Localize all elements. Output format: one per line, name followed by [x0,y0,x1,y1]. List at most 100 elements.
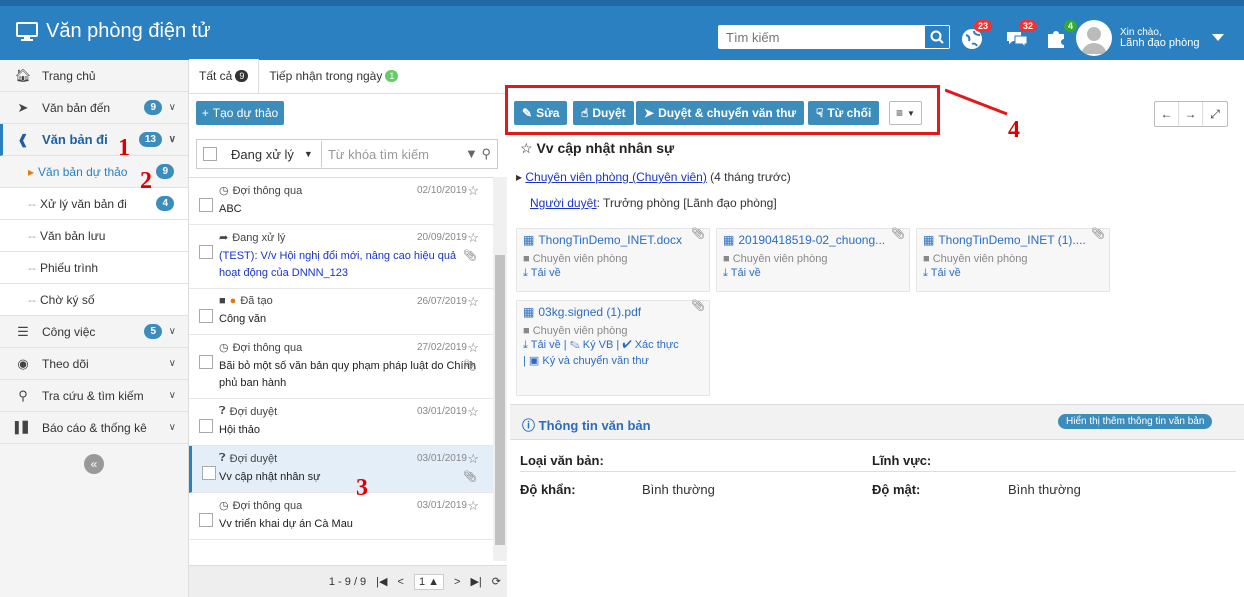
star-icon[interactable]: ☆ [467,183,479,199]
chat-button[interactable]: 32 [1005,20,1037,50]
tree-line: -- [28,196,36,211]
page-select[interactable]: 1 ▲ [413,573,445,590]
scrollbar-thumb[interactable] [495,255,505,545]
row-date: 20/09/2019 [416,232,467,243]
attachment-owner: Chuyên viên phòng [932,253,1028,265]
star-icon[interactable]: ☆ [467,294,479,310]
attachment-link[interactable]: ▦ ThongTinDemo_INET (1).... [923,233,1103,247]
document-title: Vv cập nhật nhân sự [536,140,675,156]
plugin-button[interactable]: 4 [1045,20,1077,50]
tab-all[interactable]: Tất cả 9 [189,59,260,93]
download-link[interactable]: ⤓ Tải về [523,267,703,280]
app-brand[interactable]: Văn phòng điện tử [16,20,211,43]
next-page-icon[interactable]: > [454,576,460,588]
attachment-link[interactable]: ▦ ThongTinDemo_INET.docx [523,233,703,247]
caret-down-icon [1211,34,1224,41]
arrow-left-icon[interactable]: ← [1155,102,1179,126]
sidebar-item-outgoing[interactable]: ❰ Văn bản đi 13 ∨ [0,124,188,156]
tab-today[interactable]: Tiếp nhận trong ngày 1 [259,59,408,93]
row-checkbox[interactable] [199,309,213,323]
sidebar-item-submission[interactable]: -- Phiếu trình [0,252,188,284]
keyword-input[interactable]: Từ khóa tìm kiếm ▼ ⚲ [322,146,497,162]
row-checkbox[interactable] [199,513,213,527]
download-link[interactable]: ⤓ Tải về [523,339,561,351]
star-icon[interactable]: ☆ [467,498,479,514]
approver-value: : Trưởng phòng [Lãnh đạo phòng] [596,196,777,210]
collapse-sidebar-button[interactable]: « [84,454,104,474]
sidebar-item-report[interactable]: ▌▋ Báo cáo & thống kê ∨ [0,412,188,444]
sidebar-item-archive[interactable]: -- Văn bản lưu [0,220,188,252]
star-icon[interactable]: ☆ [520,140,533,156]
paperclip-icon: 📎︎ [1091,228,1105,240]
row-checkbox[interactable] [199,198,213,212]
star-icon[interactable]: ☆ [467,340,479,356]
list-item[interactable]: ◷ Đợi thông qua 02/10/2019 ☆ ABC [189,178,507,225]
show-more-info-button[interactable]: Hiển thị thêm thông tin văn bản [1058,414,1213,429]
chevron-down-icon: ∨ [168,326,176,337]
download-link[interactable]: ⤓ Tải về [923,267,1103,280]
approver-line: Người duyệt: Trưởng phòng [Lãnh đạo phòn… [530,196,777,210]
sidebar-item-search[interactable]: ⚲ Tra cứu & tìm kiếm ∨ [0,380,188,412]
attachment-name: ThongTinDemo_INET (1).... [938,233,1086,247]
verify-link[interactable]: ✔ Xác thực [622,339,678,351]
sidebar-item-label: Theo dõi [42,356,89,371]
prev-page-icon[interactable]: < [398,576,404,588]
attachment-card: 📎︎ ▦ 03kg.signed (1).pdf ■ Chuyên viên ph… [516,300,710,396]
attachment-link[interactable]: ▦ 03kg.signed (1).pdf [523,305,703,319]
arrow-right-icon[interactable]: → [1179,102,1203,126]
list-item[interactable]: ◷ Đợi thông qua 03/01/2019 ☆ Vv triển kha… [189,493,507,540]
sidebar-item-process-outgoing[interactable]: -- Xử lý văn bản đi 4 [0,188,188,220]
sidebar-item-work[interactable]: ☰ Công việc 5 ∨ [0,316,188,348]
sidebar-item-incoming[interactable]: ➤ Văn bản đến 9 ∨ [0,92,188,124]
row-checkbox[interactable] [199,245,213,259]
search-icon[interactable] [925,26,949,48]
row-status: Đang xử lý [232,231,286,244]
row-checkbox[interactable] [202,466,216,480]
secrecy-label: Độ mật: [872,482,921,497]
expand-icon[interactable]: ⤢ [1203,102,1227,126]
chevron-down-icon: ∨ [168,422,176,433]
sidebar-item-home[interactable]: 🏠︎ Trang chủ [0,60,188,92]
sign-forward-link[interactable]: | ▣ Ký và chuyển văn thư [523,354,703,367]
list-item[interactable]: ■ ● Đã tạo 26/07/2019 ☆ Công văn [189,289,507,335]
keyword-placeholder: Từ khóa tìm kiếm [327,146,429,162]
search-input[interactable] [718,29,923,45]
caret-right-icon[interactable]: ▸ [516,170,522,184]
sidebar-item-follow[interactable]: ◉ Theo dõi ∨ [0,348,188,380]
arrow-circle-left-icon: ❰ [17,131,29,147]
select-all-checkbox[interactable] [203,147,217,161]
star-icon[interactable]: ☆ [467,230,479,246]
approver-link[interactable]: Người duyệt [530,196,597,210]
status-select[interactable]: Đang xử lý ▼ [223,141,322,167]
star-icon[interactable]: ☆ [467,404,479,420]
sender-link[interactable]: Chuyên viên phòng (Chuyên viên) [525,170,706,184]
last-page-icon[interactable]: ▶| [470,575,481,588]
bar-chart-icon: ▌▋ [14,422,32,434]
filter-search-icon[interactable]: ▼ ⚲ [465,146,491,162]
tree-line: -- [28,260,36,275]
new-draft-button[interactable]: + Tạo dự thảo [196,101,284,125]
sidebar-item-awaiting-sign[interactable]: -- Chờ ký số [0,284,188,316]
list-scrollbar[interactable] [493,177,507,561]
list-item[interactable]: ◷ Đợi thông qua 27/02/2019 ☆ 📎︎ Bãi bỏ mộ… [189,335,507,399]
annotation-arrow [945,88,1008,116]
sidebar-item-label: Trang chủ [42,68,96,83]
first-page-icon[interactable]: |◀ [376,575,387,588]
list-item-selected[interactable]: ❓︎ Đợi duyệt 03/01/2019 ☆ 📎︎ Vv cập nhật … [189,446,507,493]
refresh-icon[interactable]: ⟳ [492,575,501,588]
star-icon[interactable]: ☆ [467,451,479,467]
download-link[interactable]: ⤓ Tải về [723,267,903,280]
list-item[interactable]: ❓︎ Đợi duyệt 03/01/2019 ☆ Hội thảo [189,399,507,446]
attachment-link[interactable]: ▦ 20190418519-02_chuong... [723,233,903,247]
list-item[interactable]: ➦ Đang xử lý 20/09/2019 ☆ 📎︎ (TEST): V/v … [189,225,507,289]
row-checkbox[interactable] [199,355,213,369]
user-menu[interactable]: Xin chào, Lãnh đạo phòng [1076,20,1224,56]
attachment-name: 20190418519-02_chuong... [738,233,886,247]
row-checkbox[interactable] [199,419,213,433]
attachment-card: 📎︎ ▦ 20190418519-02_chuong... ■ Chuyên vi… [716,228,910,292]
attachment-owner: Chuyên viên phòng [732,253,828,265]
notification-button[interactable]: 23 [960,20,992,50]
sign-link[interactable]: ✎ Ký VB [570,339,614,351]
row-title: (TEST): V/v Hội nghị đổi mới, nâng cao h… [219,250,457,279]
sidebar-item-drafts[interactable]: ▸ Văn bản dự thảo 9 [0,156,188,188]
